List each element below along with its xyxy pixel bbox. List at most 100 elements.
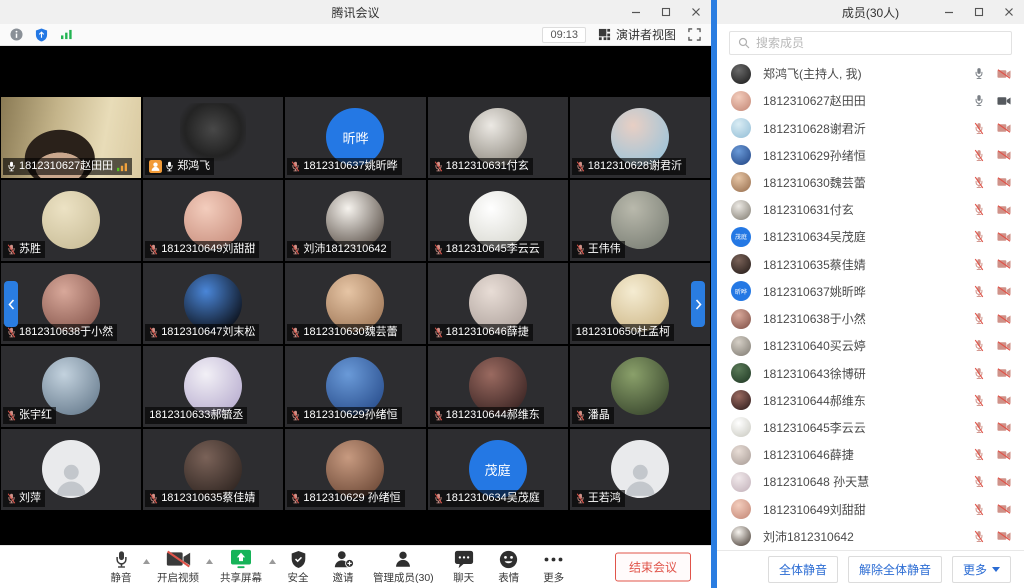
member-status-icons[interactable] xyxy=(974,503,1011,516)
search-box[interactable] xyxy=(729,31,1012,55)
close-button[interactable] xyxy=(681,0,711,24)
toolbar-members[interactable]: 管理成员(30) xyxy=(373,549,434,585)
end-meeting-button[interactable]: 结束会议 xyxy=(615,553,691,582)
video-cell[interactable]: 1812310629 孙绪恒 xyxy=(285,429,425,510)
video-cell[interactable]: 1812310647刘末松 xyxy=(143,263,283,344)
caret-up-icon[interactable] xyxy=(143,559,150,564)
unmute-all-button[interactable]: 解除全体静音 xyxy=(848,556,942,583)
video-cell[interactable]: 苏胜 xyxy=(1,180,141,261)
toolbar-security[interactable]: 安全 xyxy=(283,549,313,585)
member-row[interactable]: 1812310645李云云 xyxy=(717,414,1024,441)
participant-name: 1812310631付玄 xyxy=(446,159,529,174)
member-row[interactable]: 1812310635蔡佳婧 xyxy=(717,251,1024,278)
video-cell[interactable]: 1812310645李云云 xyxy=(428,180,568,261)
toolbar-more[interactable]: 更多 xyxy=(539,549,569,585)
member-row[interactable]: 1812310629孙绪恒 xyxy=(717,142,1024,169)
member-row[interactable]: 1812310648 孙天慧 xyxy=(717,468,1024,495)
video-cell[interactable]: 郑鸿飞 xyxy=(143,97,283,178)
video-cell[interactable]: 潘晶 xyxy=(570,346,710,427)
toolbar-share-screen[interactable]: 共享屏幕 xyxy=(220,549,262,585)
toolbar-invite[interactable]: 邀请 xyxy=(328,549,358,585)
member-status-icons[interactable] xyxy=(974,176,1011,189)
fullscreen-icon[interactable] xyxy=(688,28,701,41)
video-cell[interactable]: 1812310627赵田田 xyxy=(1,97,141,178)
member-row[interactable]: 1812310627赵田田 xyxy=(717,87,1024,114)
toolbar-emoji[interactable]: 表情 xyxy=(494,549,524,585)
avatar xyxy=(731,118,751,138)
video-cell[interactable]: 1812310649刘甜甜 xyxy=(143,180,283,261)
avatar xyxy=(731,91,751,111)
participant-name-label: 苏胜 xyxy=(3,241,45,258)
toolbar-chat[interactable]: 聊天 xyxy=(449,549,479,585)
video-cell[interactable]: 茂庭1812310634吴茂庭 xyxy=(428,429,568,510)
panel-close-button[interactable] xyxy=(994,0,1024,24)
minimize-button[interactable] xyxy=(621,0,651,24)
member-row[interactable]: 1812310640买云婷 xyxy=(717,332,1024,359)
member-status-icons[interactable] xyxy=(974,94,1011,107)
caret-up-icon[interactable] xyxy=(269,559,276,564)
panel-maximize-button[interactable] xyxy=(964,0,994,24)
member-status-icons[interactable] xyxy=(974,312,1011,325)
member-status-icons[interactable] xyxy=(974,122,1011,135)
member-row[interactable]: 1812310643徐博研 xyxy=(717,359,1024,386)
security-shield-icon[interactable] xyxy=(35,28,48,42)
member-status-icons[interactable] xyxy=(974,285,1011,298)
member-row[interactable]: 昕晔1812310637姚昕晔 xyxy=(717,278,1024,305)
video-cell[interactable]: 刘沛1812310642 xyxy=(285,180,425,261)
video-cell[interactable]: 1812310638于小然 xyxy=(1,263,141,344)
video-cell[interactable]: 1812310633郝毓丞 xyxy=(143,346,283,427)
meeting-info-icon[interactable] xyxy=(10,28,23,41)
video-cell[interactable]: 1812310629孙绪恒 xyxy=(285,346,425,427)
member-status-icons[interactable] xyxy=(974,230,1011,243)
network-signal-icon[interactable] xyxy=(60,29,73,40)
member-status-icons[interactable] xyxy=(974,421,1011,434)
member-status-icons[interactable] xyxy=(974,203,1011,216)
video-cell[interactable]: 1812310630魏芸蕾 xyxy=(285,263,425,344)
video-cell[interactable]: 张宇红 xyxy=(1,346,141,427)
more-actions-button[interactable]: 更多 xyxy=(952,556,1011,583)
video-cell[interactable]: 刘萍 xyxy=(1,429,141,510)
member-row[interactable]: 茂庭1812310634吴茂庭 xyxy=(717,223,1024,250)
member-status-icons[interactable] xyxy=(974,67,1011,80)
panel-minimize-button[interactable] xyxy=(934,0,964,24)
chevron-down-icon xyxy=(992,567,1000,572)
toolbar-mic[interactable]: 静音 xyxy=(106,549,136,585)
video-cell[interactable]: 昕晔1812310637姚昕晔 xyxy=(285,97,425,178)
video-cell[interactable]: 1812310646薛捷 xyxy=(428,263,568,344)
member-row[interactable]: 1812310649刘甜甜 xyxy=(717,496,1024,523)
prev-page-button[interactable] xyxy=(4,281,18,327)
member-status-icons[interactable] xyxy=(974,258,1011,271)
member-row[interactable]: 郑鸿飞(主持人, 我) xyxy=(717,60,1024,87)
video-cell[interactable]: 1812310635蔡佳婧 xyxy=(143,429,283,510)
next-page-button[interactable] xyxy=(691,281,705,327)
member-row[interactable]: 1812310638于小然 xyxy=(717,305,1024,332)
search-input[interactable] xyxy=(756,36,1003,50)
video-cell[interactable]: 王伟伟 xyxy=(570,180,710,261)
member-row[interactable]: 1812310630魏芸蕾 xyxy=(717,169,1024,196)
member-status-icons[interactable] xyxy=(974,339,1011,352)
member-row[interactable]: 刘沛1812310642 xyxy=(717,523,1024,550)
toolbar-camera-off[interactable]: 开启视频 xyxy=(157,549,199,585)
video-cell[interactable]: 1812310644郝维东 xyxy=(428,346,568,427)
member-status-icons[interactable] xyxy=(974,448,1011,461)
video-cell[interactable]: 王若鸿 xyxy=(570,429,710,510)
maximize-button[interactable] xyxy=(651,0,681,24)
member-row[interactable]: 1812310628谢君沂 xyxy=(717,114,1024,141)
member-row[interactable]: 1812310644郝维东 xyxy=(717,387,1024,414)
member-status-icons[interactable] xyxy=(974,394,1011,407)
member-row[interactable]: 1812310631付玄 xyxy=(717,196,1024,223)
caret-up-icon[interactable] xyxy=(206,559,213,564)
participant-name-label: 1812310645李云云 xyxy=(430,241,544,258)
mic-muted-icon xyxy=(576,493,585,504)
member-status-icons[interactable] xyxy=(974,475,1011,488)
video-cell[interactable]: 1812310628谢君沂 xyxy=(570,97,710,178)
mute-all-button[interactable]: 全体静音 xyxy=(768,556,838,583)
member-row[interactable]: 1812310646薛捷 xyxy=(717,441,1024,468)
video-cell[interactable]: 1812310650杜孟柯 xyxy=(570,263,710,344)
member-status-icons[interactable] xyxy=(974,367,1011,380)
mic-muted-icon xyxy=(7,493,16,504)
member-status-icons[interactable] xyxy=(974,149,1011,162)
video-cell[interactable]: 1812310631付玄 xyxy=(428,97,568,178)
member-status-icons[interactable] xyxy=(974,530,1011,543)
view-mode-button[interactable]: 演讲者视图 xyxy=(598,26,676,43)
